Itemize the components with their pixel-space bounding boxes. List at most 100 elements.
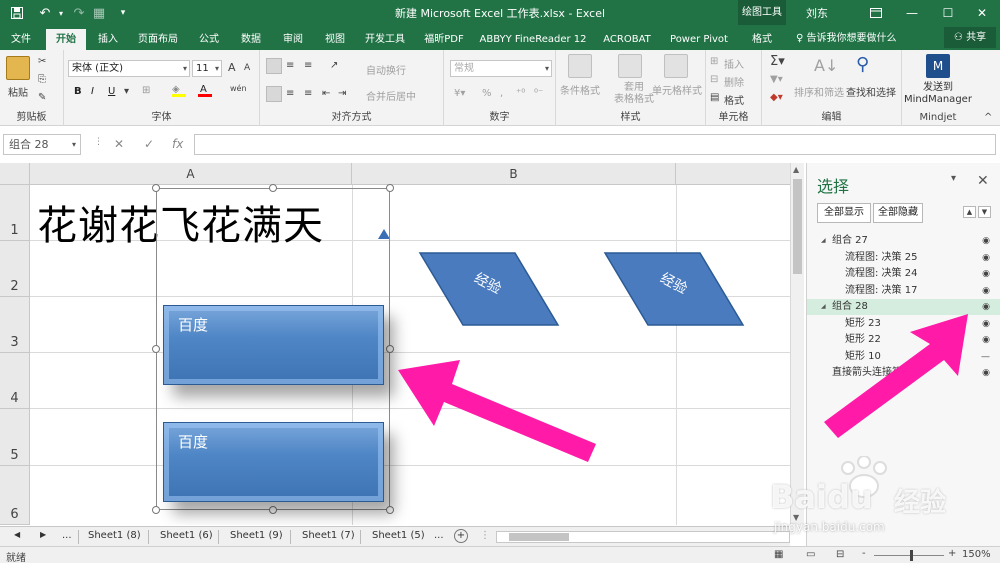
- insert-cells-icon[interactable]: ⊞: [710, 56, 718, 67]
- eye-icon[interactable]: ◉: [982, 365, 990, 381]
- tab-review[interactable]: 审阅: [276, 29, 310, 50]
- paste-label[interactable]: 粘贴: [8, 84, 28, 99]
- insert-cells-button[interactable]: 插入: [724, 56, 744, 71]
- increase-decimal-icon[interactable]: ⁺⁰: [516, 88, 525, 99]
- eye-icon[interactable]: ◉: [982, 316, 990, 332]
- eye-icon[interactable]: ◉: [982, 250, 990, 266]
- increase-indent-icon[interactable]: ⇥: [338, 88, 346, 99]
- tab-split-handle[interactable]: ⋮: [480, 530, 490, 541]
- next-sheet-icon[interactable]: ▶: [40, 530, 46, 539]
- font-name-select[interactable]: 宋体 (正文) ▾: [68, 60, 190, 77]
- tab-power-pivot[interactable]: Power Pivot: [666, 29, 732, 50]
- resize-handle[interactable]: [386, 184, 394, 192]
- eye-icon[interactable]: ◉: [982, 299, 990, 315]
- zoom-out-button[interactable]: -: [862, 548, 866, 559]
- collapse-ribbon-icon[interactable]: ^: [984, 112, 992, 123]
- format-as-table-button[interactable]: 套用 表格格式: [614, 82, 654, 106]
- more-sheets-right[interactable]: ...: [434, 530, 444, 541]
- tab-abbyy[interactable]: ABBYY FineReader 12: [478, 29, 588, 50]
- sheet-tab[interactable]: Sheet1 (5): [372, 530, 425, 541]
- find-select-icon[interactable]: ⚲: [856, 54, 869, 75]
- scroll-up-icon[interactable]: ▲: [793, 165, 799, 174]
- resize-handle[interactable]: [386, 506, 394, 514]
- font-size-select[interactable]: 11 ▾: [192, 60, 222, 77]
- normal-view-icon[interactable]: ▦: [774, 549, 783, 560]
- insert-function-icon[interactable]: fx: [172, 137, 183, 151]
- row-header-5[interactable]: 5: [0, 409, 30, 466]
- borders-icon[interactable]: ⊞: [142, 85, 150, 96]
- autosum-icon[interactable]: Σ▾: [770, 54, 785, 69]
- tab-format[interactable]: 格式: [742, 29, 782, 50]
- row-header-1[interactable]: 1: [0, 185, 30, 241]
- tab-formulas[interactable]: 公式: [192, 29, 226, 50]
- comma-button[interactable]: ,: [500, 88, 503, 99]
- conditional-format-button[interactable]: 条件格式: [560, 82, 600, 97]
- underline-button[interactable]: U: [108, 86, 115, 97]
- format-cells-button[interactable]: 格式: [724, 92, 744, 107]
- percent-button[interactable]: %: [482, 88, 492, 99]
- rectangle-shape-22[interactable]: 百度: [163, 422, 384, 502]
- hide-all-button[interactable]: 全部隐藏: [873, 203, 923, 223]
- selection-list-item[interactable]: ◢ 组合 27 ◉: [807, 233, 1000, 249]
- column-header-a[interactable]: A: [30, 163, 352, 185]
- copy-icon[interactable]: ⎘: [38, 74, 46, 85]
- row-header-2[interactable]: 2: [0, 241, 30, 297]
- eye-icon[interactable]: ◉: [982, 266, 990, 282]
- page-layout-view-icon[interactable]: ▭: [806, 549, 815, 560]
- tab-file[interactable]: 文件: [4, 29, 38, 50]
- orientation-icon[interactable]: ↗: [330, 60, 338, 71]
- resize-handle[interactable]: [152, 506, 160, 514]
- cancel-entry-icon[interactable]: ✕: [114, 137, 124, 151]
- scroll-thumb[interactable]: [793, 179, 802, 274]
- merge-center-button[interactable]: 合并后居中: [366, 88, 416, 103]
- bottom-align-icon[interactable]: ≡: [304, 60, 312, 71]
- middle-align-icon[interactable]: ≡: [286, 60, 294, 71]
- bring-forward-icon[interactable]: ▲: [963, 206, 976, 218]
- zoom-level[interactable]: 150%: [962, 549, 991, 560]
- row-header-6[interactable]: 6: [0, 466, 30, 525]
- center-align-icon[interactable]: ≡: [286, 88, 294, 99]
- tab-page-layout[interactable]: 页面布局: [132, 29, 184, 50]
- number-format-select[interactable]: 常规 ▾: [450, 60, 552, 77]
- expand-triangle-icon[interactable]: ◢: [821, 233, 826, 249]
- horizontal-scrollbar[interactable]: [496, 531, 790, 543]
- maximize-icon[interactable]: ☐: [930, 0, 966, 25]
- format-as-table-icon[interactable]: [618, 54, 642, 78]
- close-pane-icon[interactable]: ✕: [977, 173, 989, 189]
- sort-filter-icon[interactable]: A↓: [814, 56, 838, 75]
- delete-cells-icon[interactable]: ⊟: [710, 74, 718, 85]
- format-cells-icon[interactable]: ▤: [710, 92, 719, 103]
- format-painter-icon[interactable]: ✎: [38, 92, 46, 103]
- resize-handle[interactable]: [152, 345, 160, 353]
- more-sheets-left[interactable]: ...: [62, 530, 72, 541]
- right-align-icon[interactable]: ≡: [304, 88, 312, 99]
- tell-me-search[interactable]: ♀ 告诉我你想要做什么: [796, 29, 897, 44]
- resize-handle[interactable]: [386, 345, 394, 353]
- conditional-format-icon[interactable]: [568, 54, 592, 78]
- tab-foxit-pdf[interactable]: 福昕PDF: [418, 29, 470, 50]
- confirm-entry-icon[interactable]: ✓: [144, 137, 154, 151]
- left-align-icon[interactable]: [266, 86, 282, 102]
- eye-icon[interactable]: ◉: [982, 283, 990, 299]
- cell-styles-icon[interactable]: [664, 54, 688, 78]
- decrease-indent-icon[interactable]: ⇤: [322, 88, 330, 99]
- sheet-tab[interactable]: Sheet1 (6): [160, 530, 213, 541]
- fill-icon[interactable]: ▼▾: [770, 74, 783, 85]
- top-align-icon[interactable]: [266, 58, 282, 74]
- worksheet-grid[interactable]: A B 1 2 3 4 5 6 花谢花飞花满天 百度 百度 经验 经验: [0, 163, 790, 525]
- row-header-3[interactable]: 3: [0, 297, 30, 353]
- select-all-corner[interactable]: [0, 163, 30, 185]
- tab-data[interactable]: 数据: [234, 29, 268, 50]
- currency-icon[interactable]: ¥▾: [454, 88, 465, 99]
- zoom-in-button[interactable]: +: [948, 548, 956, 559]
- name-box[interactable]: 组合 28 ▾: [3, 134, 81, 155]
- delete-cells-button[interactable]: 删除: [724, 74, 744, 89]
- scroll-thumb[interactable]: [509, 533, 569, 541]
- eye-icon[interactable]: ◉: [982, 332, 990, 348]
- tab-developer[interactable]: 开发工具: [360, 29, 410, 50]
- italic-button[interactable]: I: [91, 86, 94, 97]
- resize-handle[interactable]: [269, 506, 277, 514]
- tab-home[interactable]: 开始: [46, 29, 86, 50]
- resize-handle[interactable]: [269, 184, 277, 192]
- grow-font-icon[interactable]: A: [228, 61, 236, 74]
